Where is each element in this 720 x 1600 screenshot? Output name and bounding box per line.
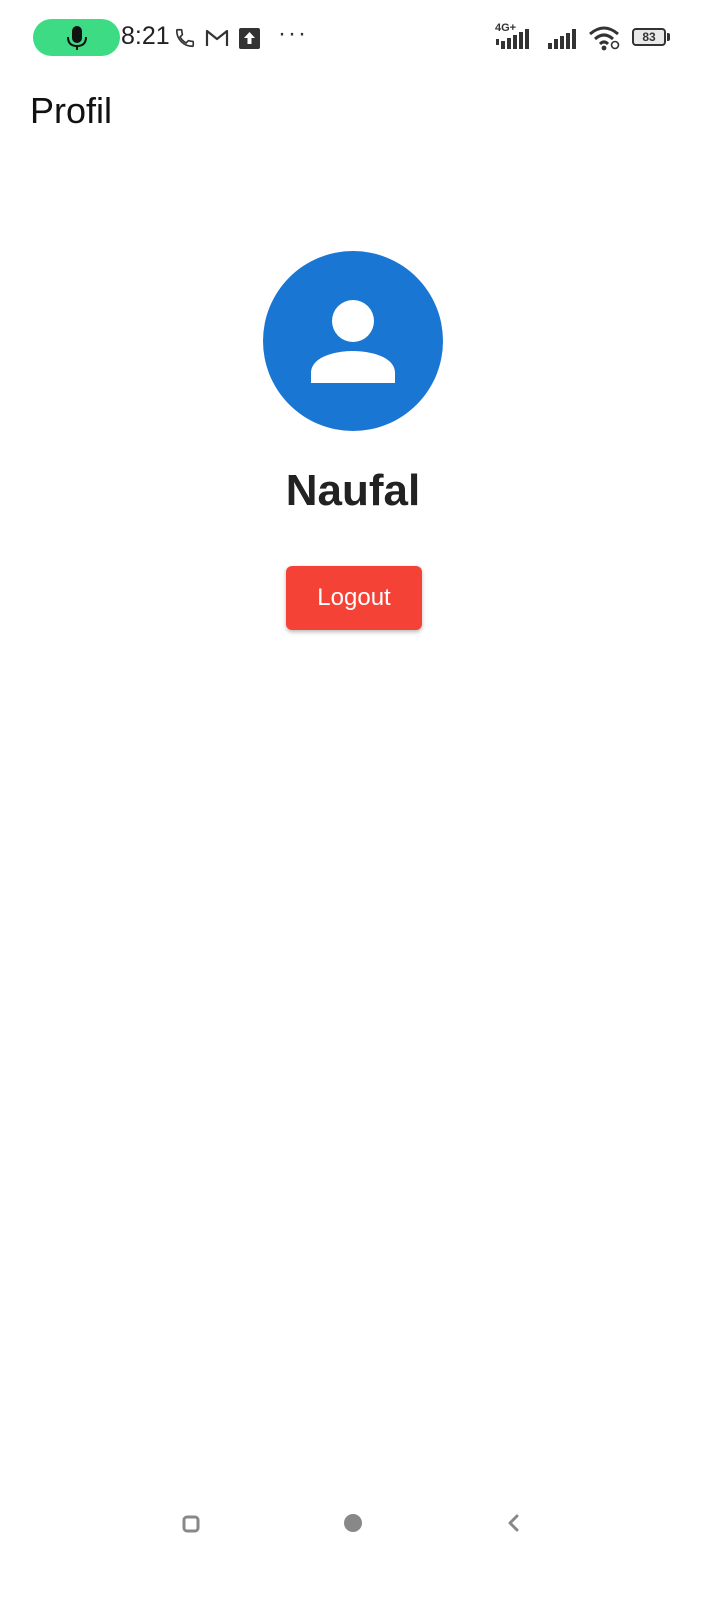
signal-icon-2 xyxy=(548,24,580,52)
upload-icon xyxy=(239,24,260,52)
signal-icon xyxy=(496,24,542,52)
recent-apps-button[interactable] xyxy=(180,1513,202,1540)
status-time: 8:21 xyxy=(121,22,170,50)
microphone-icon xyxy=(66,25,87,50)
wifi-icon xyxy=(588,24,622,52)
logout-button[interactable]: Logout xyxy=(286,566,422,630)
recent-apps-icon xyxy=(182,1515,200,1533)
battery-icon: 83 xyxy=(632,28,666,46)
person-icon xyxy=(311,300,395,383)
battery-level: 83 xyxy=(642,30,656,44)
gmail-icon xyxy=(205,24,229,52)
battery-tip xyxy=(667,33,670,41)
more-notifications-indicator: ··· xyxy=(278,20,308,47)
phone-icon xyxy=(174,24,196,52)
status-bar: 8:21 ··· 4G+ 83 xyxy=(0,0,720,76)
home-icon xyxy=(344,1514,362,1532)
avatar xyxy=(263,251,443,431)
user-name: Naufal xyxy=(285,466,421,515)
home-button[interactable] xyxy=(342,1512,364,1539)
page-title: Profil xyxy=(30,90,113,131)
back-icon xyxy=(508,1514,519,1532)
microphone-indicator[interactable] xyxy=(33,19,120,56)
back-button[interactable] xyxy=(503,1512,525,1539)
